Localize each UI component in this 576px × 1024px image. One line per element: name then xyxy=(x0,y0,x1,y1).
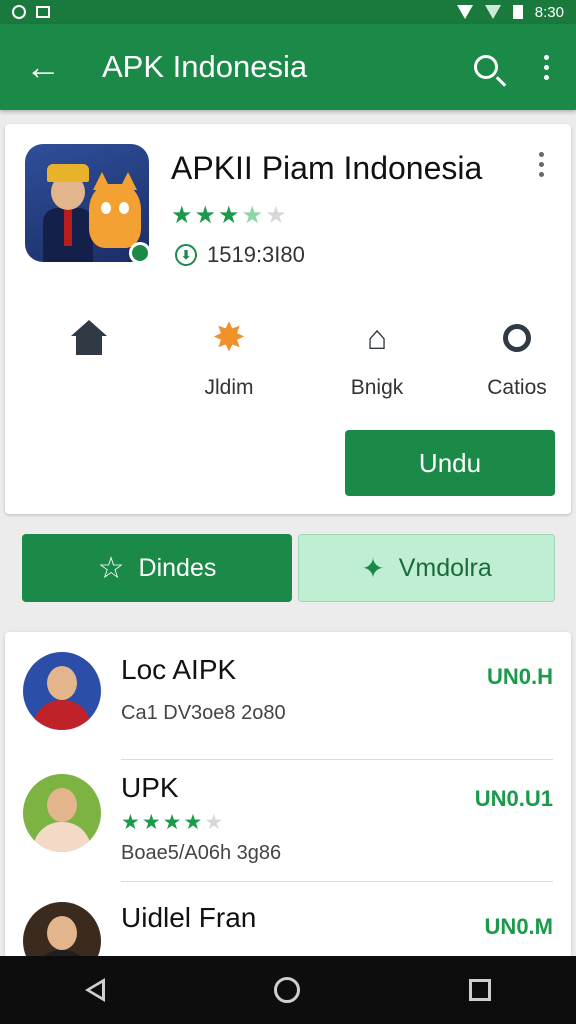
download-circle-icon: ⬇ xyxy=(175,244,197,266)
app-list: Loc AIPK Ca1 DV3oe8 2o80 UN0.H UPK ★ ★ ★… xyxy=(5,632,571,962)
system-nav-bar xyxy=(0,956,576,1024)
more-options-button[interactable] xyxy=(516,24,576,110)
tab-label: Vmdolra xyxy=(398,553,492,582)
list-item[interactable]: UPK ★ ★ ★ ★ ★ Boae5/A06h 3g86 UN0.U1 xyxy=(5,754,571,882)
star-burst-icon: ✸ xyxy=(212,316,246,360)
app-detail-card: APKII Piam Indonesia ★ ★ ★ ★ ★ ⬇ 1519:3I… xyxy=(5,124,571,514)
category-jldim[interactable]: ✸ Jldim xyxy=(169,318,289,400)
download-button[interactable]: Undu xyxy=(345,430,555,496)
search-icon xyxy=(503,324,531,352)
arrow-left-icon: ← xyxy=(25,46,61,87)
verified-badge-icon xyxy=(129,242,151,264)
category-home[interactable] xyxy=(29,318,149,376)
wifi-icon xyxy=(456,5,473,19)
category-bnigk[interactable]: ⌂ Bnigk xyxy=(317,318,437,400)
search-button[interactable] xyxy=(456,24,516,110)
app-icon xyxy=(25,144,149,262)
tab-dindes[interactable]: ☆ Dindes xyxy=(22,534,292,602)
star-outline-icon: ☆ xyxy=(97,551,125,585)
rating-stars: ★ ★ ★ ★ ★ xyxy=(171,204,287,228)
list-item[interactable]: Uidlel Fran UN0.M xyxy=(5,882,571,962)
star-half-icon: ★ xyxy=(241,202,264,229)
card-more-button[interactable] xyxy=(539,152,544,177)
list-item-subtitle: Ca1 DV3oe8 2o80 xyxy=(121,702,286,724)
star-empty-icon: ★ xyxy=(204,811,224,834)
star-icon: ★ xyxy=(121,811,140,834)
avatar xyxy=(23,774,101,852)
status-time: 8:30 xyxy=(534,3,564,21)
list-item-action[interactable]: UN0.U1 xyxy=(475,786,553,812)
category-catios[interactable]: Catios xyxy=(457,318,576,400)
download-count: ⬇ 1519:3I80 xyxy=(175,242,305,268)
graduation-cap-icon: ⌂ xyxy=(366,319,388,357)
app-bar-title: APK Indonesia xyxy=(102,49,308,84)
back-button[interactable]: ← xyxy=(0,24,86,110)
category-label: Bnigk xyxy=(350,376,404,399)
search-icon xyxy=(474,55,498,79)
notification-icon xyxy=(12,5,26,19)
star-icon: ★ xyxy=(141,811,161,834)
notification-box-icon xyxy=(36,6,50,18)
star-icon: ★ xyxy=(218,202,240,229)
list-item-action[interactable]: UN0.H xyxy=(487,664,553,690)
list-item-title: Loc AIPK xyxy=(121,654,237,685)
nav-recents-icon[interactable] xyxy=(469,979,492,1001)
rating-stars: ★ ★ ★ ★ ★ xyxy=(121,810,223,835)
list-item-title: UPK xyxy=(121,772,179,803)
avatar xyxy=(23,652,101,730)
nav-back-icon[interactable] xyxy=(84,978,105,1002)
list-item-action[interactable]: UN0.M xyxy=(485,914,553,940)
category-label: Jldim xyxy=(204,376,254,399)
star-icon: ★ xyxy=(194,202,217,229)
list-item-title: Uidlel Fran xyxy=(121,902,257,933)
status-bar: 8:30 xyxy=(0,0,576,24)
tab-label: Dindes xyxy=(138,553,217,582)
home-icon xyxy=(71,320,107,356)
tab-vmdolra[interactable]: ✦ Vmdolra xyxy=(298,534,555,602)
avatar xyxy=(23,902,101,962)
list-item[interactable]: Loc AIPK Ca1 DV3oe8 2o80 UN0.H xyxy=(5,632,571,760)
star-icon: ★ xyxy=(171,202,193,229)
signal-icon xyxy=(484,5,501,19)
star-icon: ★ xyxy=(183,811,203,834)
app-bar: ← APK Indonesia xyxy=(0,24,576,110)
category-label: Catios xyxy=(487,376,547,399)
nav-home-icon[interactable] xyxy=(273,977,300,1003)
star-icon: ★ xyxy=(162,811,182,834)
list-item-subtitle: Boae5/A06h 3g86 xyxy=(121,842,282,864)
sparkle-icon: ✦ xyxy=(361,552,385,584)
app-name: APKII Piam Indonesia xyxy=(171,150,483,186)
category-row: ✸ Jldim ⌂ Bnigk Catios xyxy=(5,318,571,408)
download-count-value: 1519:3I80 xyxy=(207,242,305,267)
more-vert-icon xyxy=(543,54,549,80)
star-empty-icon: ★ xyxy=(265,202,287,229)
battery-icon xyxy=(512,5,523,19)
